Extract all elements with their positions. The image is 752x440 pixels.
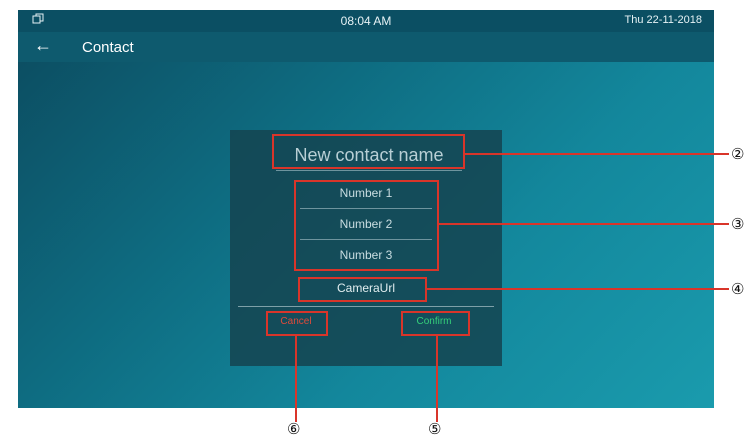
page-title: Contact [82,39,134,56]
highlight-cancel-box [266,311,328,336]
callout-4: ④ [731,281,745,298]
highlight-name-box [272,134,465,169]
highlight-camera-box [298,277,427,302]
leader-line-3 [439,223,729,225]
dialog-divider [238,306,494,307]
highlight-numbers-box [294,180,439,271]
leader-line-6 [295,336,297,422]
callout-2: ② [731,146,745,163]
title-bar: ← Contact [18,32,714,62]
leader-line-4 [427,288,729,290]
highlight-confirm-box [401,311,470,336]
leader-line-5 [436,336,438,422]
callout-6: ⑥ [287,421,301,438]
back-arrow-icon[interactable]: ← [34,35,52,56]
status-time: 08:04 AM [340,14,392,28]
status-date: Thu 22-11-2018 [624,14,702,26]
callout-3: ③ [731,216,745,233]
leader-line-2 [465,153,729,155]
status-bar: 08:04 AM Thu 22-11-2018 [18,10,714,32]
callout-5: ⑤ [428,421,442,438]
